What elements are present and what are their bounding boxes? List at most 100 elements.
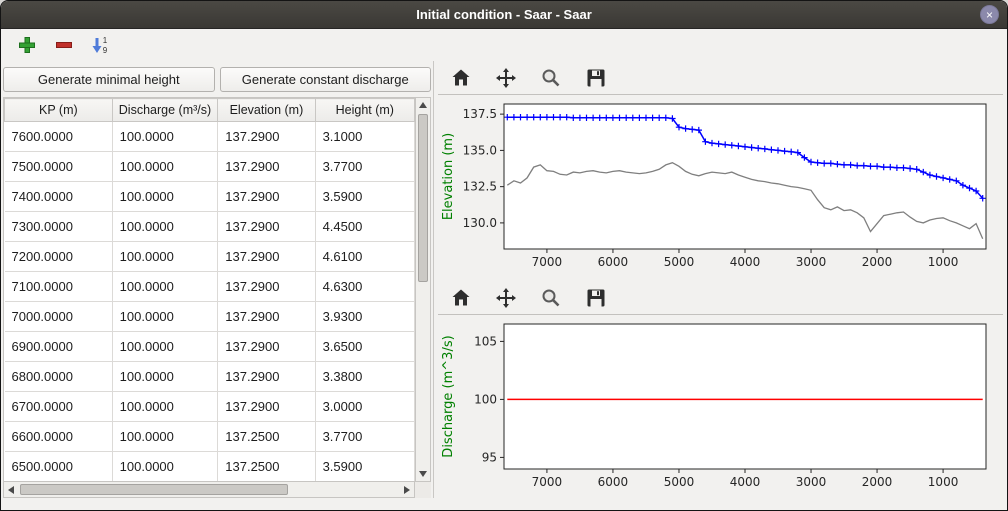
horizontal-scrollbar[interactable] (3, 482, 415, 498)
table-cell[interactable]: 6600.0000 (5, 422, 113, 452)
table-cell[interactable]: 3.3800 (315, 362, 414, 392)
table-cell[interactable]: 137.2900 (218, 122, 315, 152)
table-cell[interactable]: 7100.0000 (5, 272, 113, 302)
vertical-scrollbar[interactable] (415, 97, 431, 482)
table-cell[interactable]: 7200.0000 (5, 242, 113, 272)
table-cell[interactable]: 137.2900 (218, 272, 315, 302)
table-cell[interactable]: 100.0000 (112, 452, 218, 482)
scrollbar-corner (415, 482, 431, 498)
table-cell[interactable]: 100.0000 (112, 212, 218, 242)
scroll-right-arrow[interactable] (404, 486, 410, 494)
table-cell[interactable]: 100.0000 (112, 152, 218, 182)
table-cell[interactable]: 100.0000 (112, 122, 218, 152)
table-cell[interactable]: 137.2500 (218, 452, 315, 482)
elevation-save-button[interactable] (581, 64, 611, 91)
x-tick-label: 2000 (862, 475, 893, 489)
table-cell[interactable]: 3.7700 (315, 422, 414, 452)
table-cell[interactable]: 100.0000 (112, 242, 218, 272)
discharge-pan-button[interactable] (491, 284, 521, 311)
home-icon (450, 67, 472, 89)
elevation-chart[interactable]: 7000600050004000300020001000130.0132.513… (438, 98, 998, 276)
table-cell[interactable]: 100.0000 (112, 362, 218, 392)
elevation-plot-toolbar (438, 61, 1003, 95)
table-cell[interactable]: 4.6100 (315, 242, 414, 272)
generate-minimal-height-button[interactable]: Generate minimal height (3, 67, 215, 92)
table-cell[interactable]: 6500.0000 (5, 452, 113, 482)
table-cell[interactable]: 7600.0000 (5, 122, 113, 152)
generate-constant-discharge-button[interactable]: Generate constant discharge (220, 67, 432, 92)
magnifier-icon (540, 67, 562, 89)
remove-row-button[interactable] (52, 33, 76, 57)
table-cell[interactable]: 6900.0000 (5, 332, 113, 362)
table-cell[interactable]: 4.4500 (315, 212, 414, 242)
table-cell[interactable]: 7400.0000 (5, 182, 113, 212)
elevation-home-button[interactable] (446, 64, 476, 91)
table-cell[interactable]: 100.0000 (112, 272, 218, 302)
left-pane: Generate minimal height Generate constan… (1, 61, 433, 498)
table-cell[interactable]: 3.5900 (315, 182, 414, 212)
x-tick-label: 7000 (532, 475, 563, 489)
table-header-cell[interactable]: Discharge (m³/s) (112, 99, 218, 122)
close-button[interactable]: × (980, 5, 999, 24)
table-cell[interactable]: 137.2900 (218, 392, 315, 422)
table-cell[interactable]: 137.2900 (218, 332, 315, 362)
table-region: KP (m)Discharge (m³/s)Elevation (m)Heigh… (3, 97, 415, 482)
save-icon (585, 287, 607, 309)
home-icon (450, 287, 472, 309)
table-row: 6800.0000100.0000137.29003.3800 (5, 362, 415, 392)
x-tick-label: 6000 (598, 475, 629, 489)
table-cell[interactable]: 3.5900 (315, 452, 414, 482)
table-cell[interactable]: 4.6300 (315, 272, 414, 302)
elevation-zoom-button[interactable] (536, 64, 566, 91)
table-cell[interactable]: 3.0000 (315, 392, 414, 422)
table-cell[interactable]: 3.6500 (315, 332, 414, 362)
horizontal-scrollbar-track[interactable] (18, 482, 400, 497)
table-cell[interactable]: 137.2500 (218, 422, 315, 452)
vertical-scrollbar-track[interactable] (416, 112, 430, 467)
table-cell[interactable]: 7000.0000 (5, 302, 113, 332)
table-row: 7000.0000100.0000137.29003.9300 (5, 302, 415, 332)
table-row: 7400.0000100.0000137.29003.5900 (5, 182, 415, 212)
table-cell[interactable]: 137.2900 (218, 242, 315, 272)
table-cell[interactable]: 3.9300 (315, 302, 414, 332)
sort-button[interactable]: 1 9 (89, 33, 113, 57)
table-header-cell[interactable]: Height (m) (315, 99, 414, 122)
table-cell[interactable]: 100.0000 (112, 332, 218, 362)
x-tick-label: 2000 (862, 255, 893, 269)
table-row: 7500.0000100.0000137.29003.7700 (5, 152, 415, 182)
table-header-cell[interactable]: KP (m) (5, 99, 113, 122)
discharge-chart[interactable]: 700060005000400030002000100095100105Disc… (438, 318, 998, 496)
table-cell[interactable]: 100.0000 (112, 422, 218, 452)
table-cell[interactable]: 7300.0000 (5, 212, 113, 242)
elevation-pan-button[interactable] (491, 64, 521, 91)
table-header-cell[interactable]: Elevation (m) (218, 99, 315, 122)
discharge-home-button[interactable] (446, 284, 476, 311)
horizontal-scrollbar-thumb[interactable] (20, 484, 288, 495)
table-cell[interactable]: 6800.0000 (5, 362, 113, 392)
table-cell[interactable]: 137.2900 (218, 182, 315, 212)
table-cell[interactable]: 137.2900 (218, 152, 315, 182)
table-cell[interactable]: 137.2900 (218, 362, 315, 392)
table-cell[interactable]: 137.2900 (218, 302, 315, 332)
scroll-up-arrow[interactable] (419, 102, 427, 108)
table-cell[interactable]: 3.7700 (315, 152, 414, 182)
titlebar[interactable]: Initial condition - Saar - Saar × (1, 1, 1007, 29)
discharge-save-button[interactable] (581, 284, 611, 311)
y-tick-label: 130.0 (463, 216, 497, 230)
plot-background (504, 324, 986, 469)
table-cell[interactable]: 7500.0000 (5, 152, 113, 182)
table-cell[interactable]: 100.0000 (112, 182, 218, 212)
table-cell[interactable]: 100.0000 (112, 392, 218, 422)
scroll-down-arrow[interactable] (419, 471, 427, 477)
add-row-button[interactable] (15, 33, 39, 57)
discharge-zoom-button[interactable] (536, 284, 566, 311)
table-cell[interactable]: 100.0000 (112, 302, 218, 332)
vertical-scrollbar-thumb[interactable] (418, 114, 428, 282)
y-axis-label: Elevation (m) (441, 133, 456, 220)
magnifier-icon (540, 287, 562, 309)
generate-buttons-row: Generate minimal height Generate constan… (3, 67, 431, 92)
table-cell[interactable]: 3.1000 (315, 122, 414, 152)
table-cell[interactable]: 137.2900 (218, 212, 315, 242)
table-cell[interactable]: 6700.0000 (5, 392, 113, 422)
scroll-left-arrow[interactable] (8, 486, 14, 494)
